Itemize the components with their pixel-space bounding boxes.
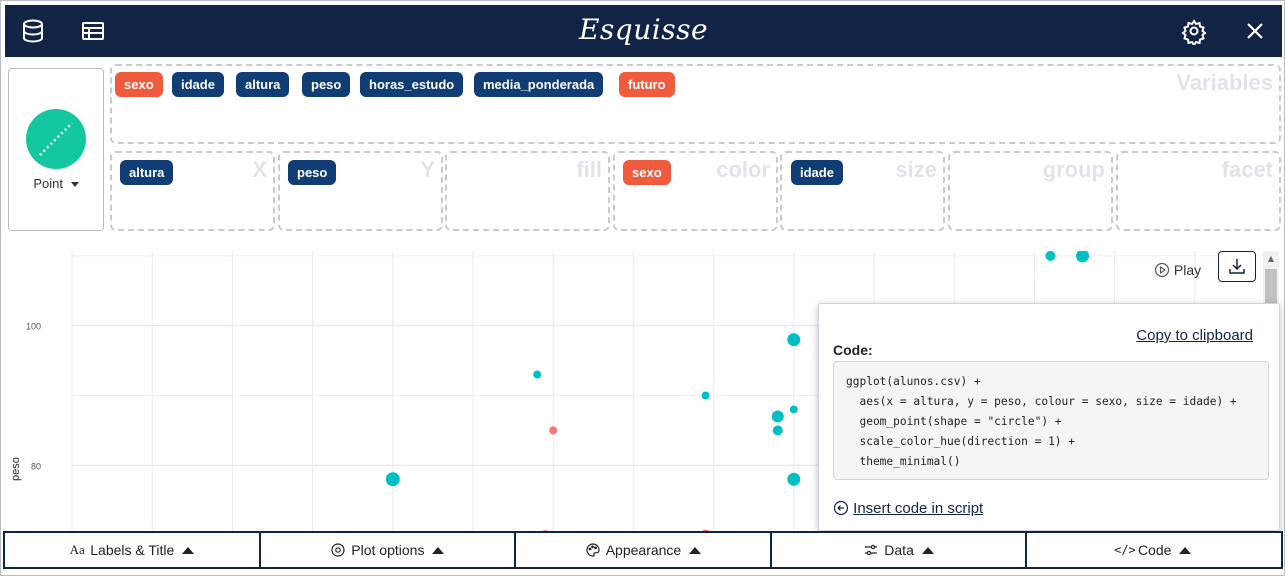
size-chip-idade[interactable]: idade	[791, 160, 843, 185]
close-icon[interactable]	[1241, 17, 1269, 45]
y-tick-label: 80	[31, 461, 41, 471]
x-zone[interactable]: X altura	[110, 151, 275, 231]
app-frame: Esquisse Point Variables sexo idade altu…	[0, 0, 1285, 576]
facet-zone-label: facet	[1221, 157, 1273, 182]
scatter-point	[771, 410, 784, 423]
arrow-left-circle-icon	[833, 500, 849, 516]
fill-zone-label: fill	[576, 157, 602, 182]
caret-up-icon	[921, 546, 934, 554]
scatter-point	[549, 426, 558, 435]
scatter-point	[701, 391, 710, 400]
download-button[interactable]	[1218, 251, 1256, 282]
sliders-icon	[863, 542, 879, 558]
fill-zone[interactable]: fill	[445, 151, 610, 231]
play-button[interactable]: Play	[1154, 257, 1201, 283]
scatter-point	[533, 370, 542, 379]
play-label: Play	[1173, 262, 1202, 278]
variable-chip-idade[interactable]: idade	[172, 72, 224, 97]
appearance-label: Appearance	[605, 542, 682, 558]
geom-selector[interactable]: Point	[8, 68, 104, 231]
size-zone[interactable]: size idade	[780, 151, 945, 231]
scatter-point	[772, 425, 783, 436]
code-line: scale_color_hue(direction = 1) +	[846, 435, 1076, 448]
y-zone-label: Y	[420, 157, 435, 182]
code-line: ggplot(alunos.csv) +	[846, 375, 981, 388]
labels-title-button[interactable]: Aa Labels & Title	[3, 531, 259, 569]
code-icon: </>	[1114, 543, 1136, 557]
variable-chip-sexo[interactable]: sexo	[115, 72, 163, 97]
scatter-point	[385, 472, 400, 487]
insert-code-label: Insert code in script	[853, 500, 984, 517]
data-button[interactable]: Data	[769, 531, 1026, 569]
gear-icon[interactable]	[1180, 17, 1208, 47]
variable-chip-altura[interactable]: altura	[236, 72, 290, 97]
size-zone-label: size	[895, 157, 937, 182]
caret-up-icon	[182, 546, 195, 554]
geom-label: Point	[9, 176, 103, 191]
y-zone[interactable]: Y peso	[278, 151, 443, 231]
palette-icon	[585, 542, 601, 558]
code-panel: Copy to clipboard Code: ggplot(alunos.cs…	[818, 303, 1280, 531]
color-zone-label: color	[716, 157, 770, 182]
scatter-point	[787, 333, 801, 347]
scatter-point	[787, 472, 801, 486]
caret-up-icon	[1179, 546, 1192, 554]
play-circle-icon	[1154, 262, 1170, 278]
download-icon	[1229, 259, 1245, 274]
code-title: Code:	[833, 342, 873, 358]
code-button[interactable]: </> Code	[1025, 531, 1283, 569]
x-chip-altura[interactable]: altura	[120, 160, 174, 185]
bottom-toolbar: Aa Labels & Title Plot options Appearanc	[3, 531, 1283, 569]
plot-options-label: Plot options	[351, 542, 425, 558]
code-line: aes(x = altura, y = peso, colour = sexo,…	[846, 395, 1237, 408]
code-block[interactable]: ggplot(alunos.csv) + aes(x = altura, y =…	[833, 361, 1269, 480]
copy-to-clipboard-link[interactable]: Copy to clipboard	[1136, 327, 1253, 344]
variables-zone-label: Variables	[1176, 70, 1273, 95]
color-zone[interactable]: color sexo	[613, 151, 778, 231]
data-label: Data	[884, 542, 914, 558]
color-chip-sexo[interactable]: sexo	[623, 160, 671, 185]
geom-name: Point	[33, 176, 63, 191]
appearance-button[interactable]: Appearance	[514, 531, 770, 569]
app-header: Esquisse	[5, 5, 1282, 57]
variable-chip-futuro[interactable]: futuro	[619, 72, 675, 97]
insert-code-link[interactable]: Insert code in script	[833, 500, 983, 517]
caret-up-icon	[689, 546, 702, 554]
code-line: geom_point(shape = "circle") +	[846, 415, 1062, 428]
variable-chip-media-ponderada[interactable]: media_ponderada	[474, 72, 604, 97]
variable-chip-horas-estudo[interactable]: horas_estudo	[360, 72, 464, 97]
scatter-point	[1045, 251, 1056, 261]
scatter-point	[789, 405, 798, 414]
x-zone-label: X	[252, 157, 267, 182]
y-axis-label: peso	[10, 457, 22, 481]
group-zone[interactable]: group	[948, 151, 1113, 231]
caret-up-icon	[432, 546, 445, 554]
code-line: theme_minimal()	[846, 455, 961, 468]
caret-down-icon	[70, 182, 79, 188]
variables-zone[interactable]: Variables sexo idade altura peso horas_e…	[110, 64, 1281, 144]
scatter-point	[1076, 251, 1090, 263]
text-icon: Aa	[69, 542, 85, 557]
y-chip-peso[interactable]: peso	[288, 160, 337, 185]
y-tick-label: 100	[26, 322, 41, 332]
code-label: Code	[1137, 542, 1172, 558]
facet-zone[interactable]: facet	[1116, 151, 1281, 231]
labels-title-label: Labels & Title	[90, 542, 175, 558]
plot-options-button[interactable]: Plot options	[258, 531, 515, 569]
scroll-up-icon[interactable]: ▲	[1265, 253, 1277, 265]
plot-scrollbar-thumb[interactable]	[1265, 269, 1277, 303]
app-title: Esquisse	[578, 13, 709, 46]
group-zone-label: group	[1042, 157, 1105, 182]
variable-chip-peso[interactable]: peso	[302, 72, 351, 97]
geom-point-icon	[26, 109, 86, 169]
gear-icon	[330, 542, 346, 558]
